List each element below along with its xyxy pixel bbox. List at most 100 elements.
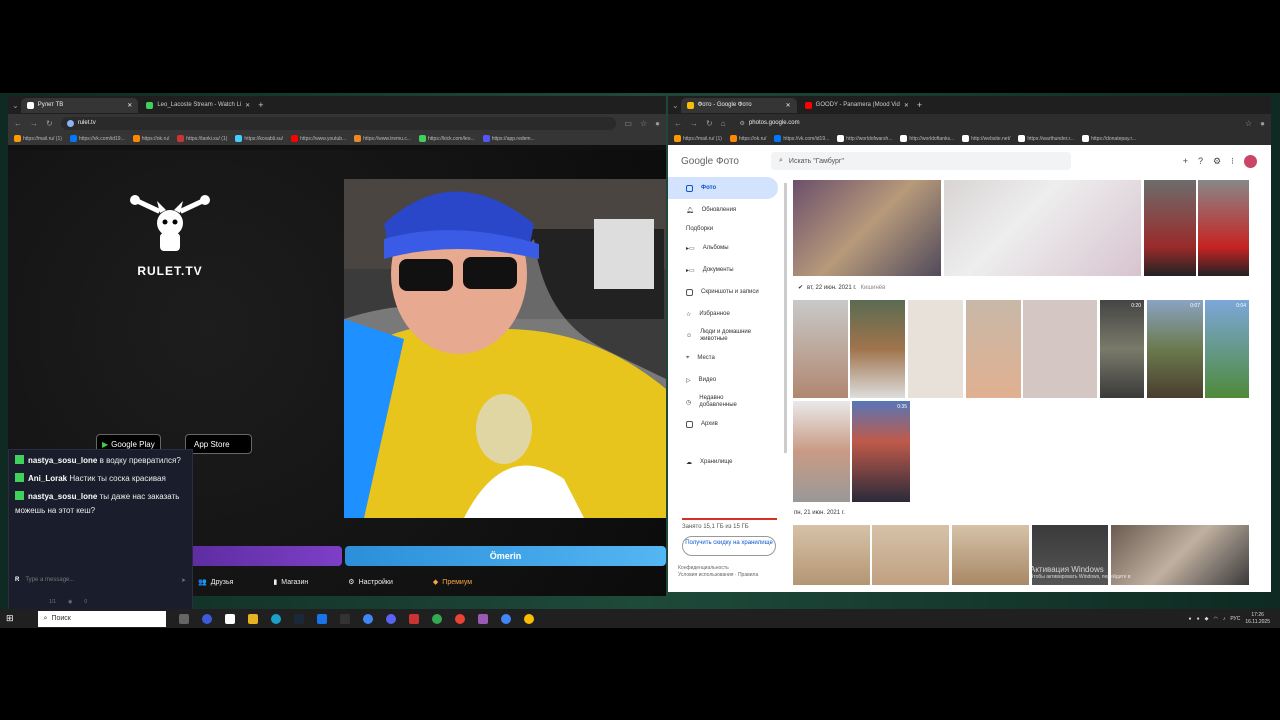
tab-menu-icon[interactable]: ⌄ <box>12 101 19 110</box>
photo-thumbnail[interactable] <box>850 300 905 398</box>
privacy-link[interactable]: Конфиденциальность <box>678 565 758 572</box>
bookmark-item[interactable]: https://app.redem... <box>482 135 535 142</box>
steam-icon[interactable] <box>293 613 304 624</box>
url-field[interactable]: ⚙ photos.google.com <box>733 116 1237 130</box>
sidebar-scrollbar[interactable] <box>784 183 787 453</box>
account-avatar[interactable] <box>1244 154 1257 168</box>
sidebar-item-documents[interactable]: ▸▭ Документы <box>668 259 786 281</box>
tray-icon[interactable]: ● <box>1197 616 1200 622</box>
photo-thumbnail[interactable] <box>1111 525 1249 585</box>
windows-start-icon[interactable]: ⊞ <box>6 613 14 624</box>
video-thumbnail[interactable]: 0:04 <box>1205 300 1249 398</box>
app-store-button[interactable]: App Store <box>185 434 252 454</box>
bookmark-item[interactable]: https://ok.ru/ <box>132 135 169 142</box>
add-icon[interactable]: + <box>1183 156 1188 166</box>
new-tab-icon[interactable]: + <box>917 100 922 110</box>
explorer-icon[interactable] <box>247 613 258 624</box>
bookmark-item[interactable]: https://mail.ru/ (1) <box>14 135 62 142</box>
video-thumbnail[interactable]: 0:35 <box>852 401 910 502</box>
photo-thumbnail[interactable] <box>966 300 1021 398</box>
sidebar-item-archive[interactable]: Архив <box>668 413 786 435</box>
bookmark-item[interactable]: https://mail.ru/ (1) <box>674 135 722 142</box>
language-indicator[interactable]: РУС <box>1230 616 1240 622</box>
close-icon[interactable]: ✕ <box>245 102 250 109</box>
tab-google-photos[interactable]: Фото - Google Фото ✕ <box>680 97 797 113</box>
bookmark-item[interactable]: https://donatepay.r... <box>1082 135 1136 142</box>
sidebar-item-videos[interactable]: ▷ Видео <box>668 369 786 391</box>
volume-icon[interactable]: ♪ <box>1223 616 1226 622</box>
sidebar-item-screenshots[interactable]: Скриншоты и записи <box>668 281 786 303</box>
star-icon[interactable]: ☆ <box>640 119 647 128</box>
bookmark-item[interactable]: https://warthunder.r... <box>1018 135 1074 142</box>
site-info-icon[interactable]: ⚙ <box>740 120 745 127</box>
forward-icon[interactable]: → <box>30 119 38 128</box>
clock[interactable]: 17:26 16.11.2025 <box>1245 612 1270 626</box>
video-thumbnail[interactable]: 0:20 <box>1100 300 1144 398</box>
back-icon[interactable]: ← <box>14 119 22 128</box>
terms-link[interactable]: Условия использования <box>678 572 734 578</box>
close-icon[interactable]: ✕ <box>904 102 909 109</box>
task-view-icon[interactable] <box>178 613 189 624</box>
cast-icon[interactable]: ▭ <box>624 119 632 128</box>
photo-thumbnail[interactable] <box>793 401 850 502</box>
back-icon[interactable]: ← <box>674 119 682 128</box>
check-circle-icon[interactable]: ✔ <box>798 284 803 291</box>
chat-input[interactable]: R Type a message... ➤ <box>9 572 192 588</box>
bookmark-item[interactable]: http://worldoftanks... <box>900 135 954 142</box>
taskbar-search[interactable]: ⌕ Поиск <box>37 610 166 627</box>
tab-kick[interactable]: Leo_Lacoste Stream - Watch Li ✕ <box>140 98 256 113</box>
profile-icon[interactable]: ● <box>1260 119 1265 128</box>
chrome-icon[interactable] <box>362 613 373 624</box>
wifi-icon[interactable]: ◠ <box>1213 616 1217 622</box>
sidebar-item-updates[interactable]: 🔔︎ Обновления <box>668 199 786 221</box>
chrome-icon[interactable] <box>454 613 465 624</box>
video-thumbnail[interactable]: 0:07 <box>1147 300 1203 398</box>
sidebar-item-storage[interactable]: ☁ Хранилище <box>668 451 786 473</box>
photo-thumbnail[interactable] <box>1023 300 1097 398</box>
get-discount-button[interactable]: Получить скидку на хранилище <box>682 536 776 556</box>
bookmark-item[interactable]: http://website.net/ <box>962 135 1010 142</box>
photo-thumbnail[interactable] <box>872 525 949 585</box>
site-info-icon[interactable] <box>66 119 74 127</box>
reload-icon[interactable]: ↻ <box>706 119 713 128</box>
nav-shop[interactable]: ▮ Магазин <box>273 578 308 587</box>
apps-icon[interactable]: ⁝ <box>1231 156 1234 167</box>
reload-icon[interactable]: ↻ <box>46 119 53 128</box>
edge-icon[interactable] <box>270 613 281 624</box>
blue-banner[interactable]: Ömerin <box>345 546 666 566</box>
close-icon[interactable]: ✕ <box>786 102 791 109</box>
chat-app-icon[interactable] <box>316 613 327 624</box>
tab-menu-icon[interactable]: ⌄ <box>672 101 679 110</box>
sidebar-item-people[interactable]: ☺ Люди и домашние животные <box>668 325 786 347</box>
extensions-icon[interactable]: ● <box>655 119 660 128</box>
tab-youtube[interactable]: GOODY - Panamera (Mood Vid ✕ <box>799 98 915 113</box>
nav-premium[interactable]: ◆ Премиум <box>433 578 472 587</box>
search-input[interactable]: ⌕ Искать "Гамбург" <box>771 152 1071 170</box>
gphotos-logo[interactable]: Google Фото <box>681 156 739 167</box>
gear-icon[interactable]: ⚙ <box>1213 156 1221 167</box>
terminal-icon[interactable] <box>224 613 235 624</box>
photo-thumbnail[interactable] <box>793 525 870 585</box>
chrome-icon[interactable] <box>431 613 442 624</box>
tray-icon[interactable]: ◆ <box>1205 616 1209 622</box>
bookmark-item[interactable]: https://www.youtub... <box>291 135 346 142</box>
nav-settings[interactable]: ⚙ Настройки <box>348 578 393 587</box>
discord-icon[interactable] <box>385 613 396 624</box>
bookmark-item[interactable]: http://worldofwarsh... <box>837 135 892 142</box>
bookmark-item[interactable]: https://www.tremu.c... <box>354 135 411 142</box>
star-icon[interactable]: ☆ <box>1245 119 1252 128</box>
purple-banner[interactable] <box>180 546 342 566</box>
tray-icon[interactable]: ● <box>1189 616 1192 622</box>
bookmark-item[interactable]: https://koxabli.su/ <box>235 135 283 142</box>
photo-thumbnail[interactable] <box>1144 180 1196 276</box>
photo-thumbnail[interactable] <box>952 525 1029 585</box>
photo-thumbnail[interactable] <box>793 300 848 398</box>
bookmark-item[interactable]: https://vk.com/id19... <box>69 135 125 142</box>
help-icon[interactable]: ? <box>1198 156 1203 166</box>
copilot-icon[interactable] <box>201 613 212 624</box>
photo-thumbnail[interactable] <box>1198 180 1249 276</box>
send-icon[interactable]: ➤ <box>181 577 186 584</box>
rules-link[interactable]: Правила <box>738 572 758 578</box>
sidebar-item-places[interactable]: ⌖ Места <box>668 347 786 369</box>
forward-icon[interactable]: → <box>690 119 698 128</box>
